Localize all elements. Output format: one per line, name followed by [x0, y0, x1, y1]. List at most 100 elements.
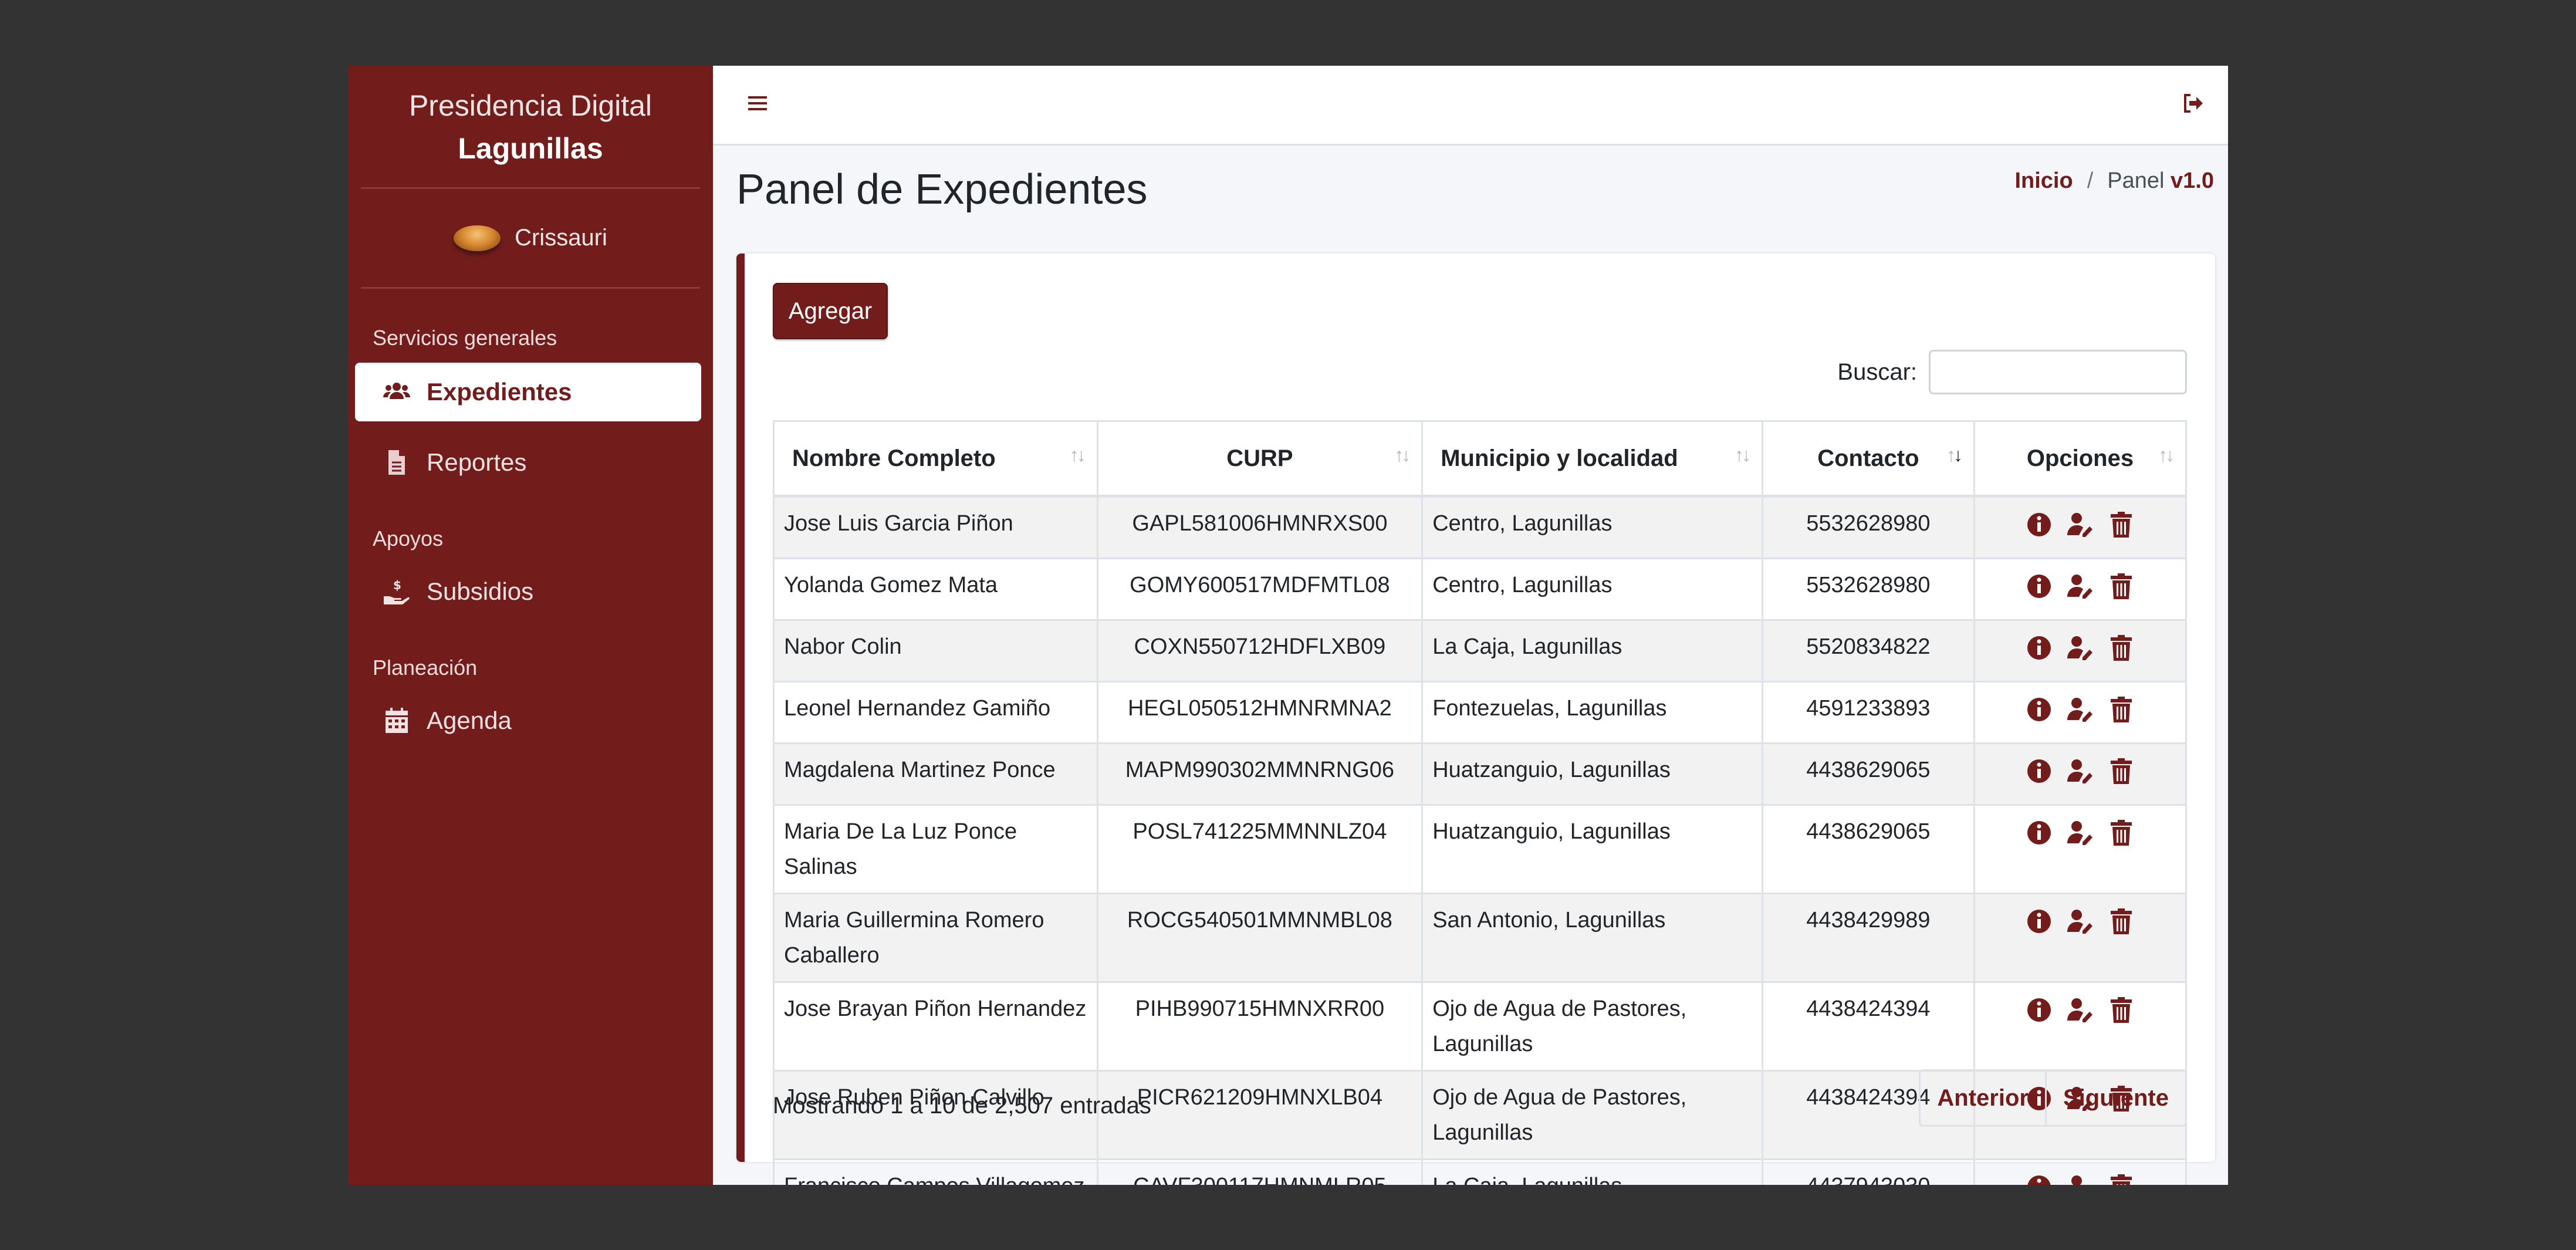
cell-curp: PIHB990715HMNXRR00 — [1096, 981, 1424, 1072]
table-row: Maria De La Luz Ponce Salinas POSL741225M… — [773, 804, 2188, 894]
sort-icon: ↑↓ — [1069, 444, 1086, 465]
user-edit-icon[interactable] — [2066, 1173, 2094, 1185]
nav-header-planeacion: Planeación — [373, 656, 478, 680]
user-edit-icon[interactable] — [2066, 819, 2094, 857]
column-header-nombre[interactable]: Nombre Completo ↑↓ — [773, 420, 1098, 498]
cell-contacto: 5532628980 — [1761, 558, 1975, 621]
hand-coin-icon: $ — [382, 577, 411, 606]
cell-contacto: 5520834822 — [1761, 619, 1975, 683]
cell-nombre: Jose Brayan Piñon Hernandez — [773, 981, 1098, 1072]
next-page-button[interactable]: Siguiente — [2044, 1071, 2185, 1125]
cell-opciones — [1973, 558, 2188, 621]
cell-nombre: Francisco Campos Villagomez — [773, 1158, 1098, 1185]
app-window: Presidencia Digital Lagunillas Crissauri… — [348, 66, 2228, 1185]
user-name: Crissauri — [515, 225, 607, 251]
column-header-municipio[interactable]: Municipio y localidad ↑↓ — [1421, 420, 1763, 498]
cell-opciones — [1973, 681, 2188, 744]
trash-icon[interactable] — [2107, 757, 2135, 796]
search-input[interactable] — [1929, 350, 2187, 394]
cell-nombre: Jose Luis Garcia Piñon — [773, 495, 1098, 559]
cell-opciones — [1973, 981, 2188, 1072]
hamburger-icon[interactable] — [746, 92, 769, 118]
sidebar-item-expedientes[interactable]: Expedientes — [355, 363, 701, 421]
cell-contacto: 4438629065 — [1761, 742, 1975, 806]
info-icon[interactable] — [2025, 634, 2053, 673]
svg-text:$: $ — [393, 578, 401, 592]
info-icon[interactable] — [2025, 757, 2053, 796]
cell-opciones — [1973, 742, 2188, 806]
column-header-opciones[interactable]: Opciones ↑↓ — [1973, 420, 2188, 498]
sidebar-item-agenda[interactable]: Agenda — [355, 691, 701, 750]
trash-icon[interactable] — [2107, 511, 2135, 549]
cell-municipio: Ojo de Agua de Pastores, Lagunillas — [1421, 1070, 1763, 1160]
search-box: Buscar: — [1837, 350, 2187, 394]
prev-page-button[interactable]: Anterior — [1921, 1071, 2045, 1125]
main-content: Panel de Expedientes Inicio / Panel v1.0… — [713, 66, 2228, 1185]
info-icon[interactable] — [2025, 819, 2053, 857]
info-icon[interactable] — [2025, 1173, 2053, 1185]
table-row: Leonel Hernandez Gamiño HEGL050512HMNRMNA… — [773, 681, 2188, 744]
cell-contacto: 4438429989 — [1761, 893, 1975, 983]
pagination: Anterior Siguiente — [1919, 1069, 2187, 1127]
user-edit-icon[interactable] — [2066, 695, 2094, 734]
cell-municipio: Centro, Lagunillas — [1421, 558, 1763, 621]
brand[interactable]: Presidencia Digital Lagunillas — [361, 66, 700, 189]
trash-icon[interactable] — [2107, 819, 2135, 857]
table-row: Jose Brayan Piñon Hernandez PIHB990715HMN… — [773, 981, 2188, 1072]
cell-nombre: Yolanda Gomez Mata — [773, 558, 1098, 621]
user-edit-icon[interactable] — [2066, 757, 2094, 796]
page-title: Panel de Expedientes — [736, 166, 1148, 213]
trash-icon[interactable] — [2107, 572, 2135, 611]
user-edit-icon[interactable] — [2066, 511, 2094, 549]
sidebar-item-subsidios[interactable]: $ Subsidios — [355, 562, 701, 621]
sidebar: Presidencia Digital Lagunillas Crissauri… — [348, 66, 713, 1185]
cell-municipio: Centro, Lagunillas — [1421, 495, 1763, 559]
info-icon[interactable] — [2025, 907, 2053, 946]
cell-curp: ROCG540501MMNMBL08 — [1096, 893, 1424, 983]
table-info: Mostrando 1 a 10 de 2,507 entradas — [773, 1093, 1151, 1119]
breadcrumb-current: Panel — [2107, 168, 2165, 193]
cell-municipio: Huatzanguio, Lagunillas — [1421, 742, 1763, 806]
trash-icon[interactable] — [2107, 996, 2135, 1035]
cell-nombre: Leonel Hernandez Gamiño — [773, 681, 1098, 744]
brand-subtitle: Lagunillas — [458, 132, 603, 165]
sort-desc-icon: ↑↓ — [1946, 444, 1963, 465]
add-button[interactable]: Agregar — [773, 283, 888, 339]
sidebar-item-reportes[interactable]: Reportes — [355, 433, 701, 492]
cell-opciones — [1973, 804, 2188, 894]
cell-curp: GOMY600517MDFMTL08 — [1096, 558, 1424, 621]
table-row: Maria Guillermina Romero Caballero ROCG54… — [773, 893, 2188, 983]
info-icon[interactable] — [2025, 511, 2053, 549]
info-icon[interactable] — [2025, 695, 2053, 734]
trash-icon[interactable] — [2107, 695, 2135, 734]
trash-icon[interactable] — [2107, 907, 2135, 946]
cell-opciones — [1973, 495, 2188, 559]
sort-icon: ↑↓ — [1394, 444, 1411, 465]
avatar — [454, 225, 501, 251]
cell-contacto: 4437943030 — [1761, 1158, 1975, 1185]
info-icon[interactable] — [2025, 996, 2053, 1035]
cell-curp: MAPM990302MMNRNG06 — [1096, 742, 1424, 806]
document-icon — [382, 448, 411, 477]
user-panel[interactable]: Crissauri — [361, 189, 700, 289]
user-edit-icon[interactable] — [2066, 634, 2094, 673]
table-row: Francisco Campos VillagomezCAVF300117HMN… — [773, 1158, 2188, 1185]
column-header-curp[interactable]: CURP ↑↓ — [1096, 420, 1424, 498]
breadcrumb-home[interactable]: Inicio — [2014, 168, 2073, 194]
cell-municipio: Huatzanguio, Lagunillas — [1421, 804, 1763, 894]
user-edit-icon[interactable] — [2066, 996, 2094, 1035]
trash-icon[interactable] — [2107, 1173, 2135, 1185]
info-icon[interactable] — [2025, 572, 2053, 611]
cell-curp: CAVF300117HMNMLR05 — [1096, 1158, 1424, 1185]
column-header-contacto[interactable]: Contacto ↑↓ — [1761, 420, 1975, 498]
table-row: Yolanda Gomez Mata GOMY600517MDFMTL08 Cent… — [773, 558, 2188, 621]
cell-municipio: San Antonio, Lagunillas — [1421, 893, 1763, 983]
cell-opciones — [1973, 893, 2188, 983]
trash-icon[interactable] — [2107, 634, 2135, 673]
user-edit-icon[interactable] — [2066, 572, 2094, 611]
cell-municipio: La Caja, Lagunillas — [1421, 1158, 1763, 1185]
table-row: Jose Luis Garcia Piñon GAPL581006HMNRXS00… — [773, 495, 2188, 559]
cell-contacto: 4591233893 — [1761, 681, 1975, 744]
sign-out-icon[interactable] — [2181, 92, 2205, 118]
user-edit-icon[interactable] — [2066, 907, 2094, 946]
